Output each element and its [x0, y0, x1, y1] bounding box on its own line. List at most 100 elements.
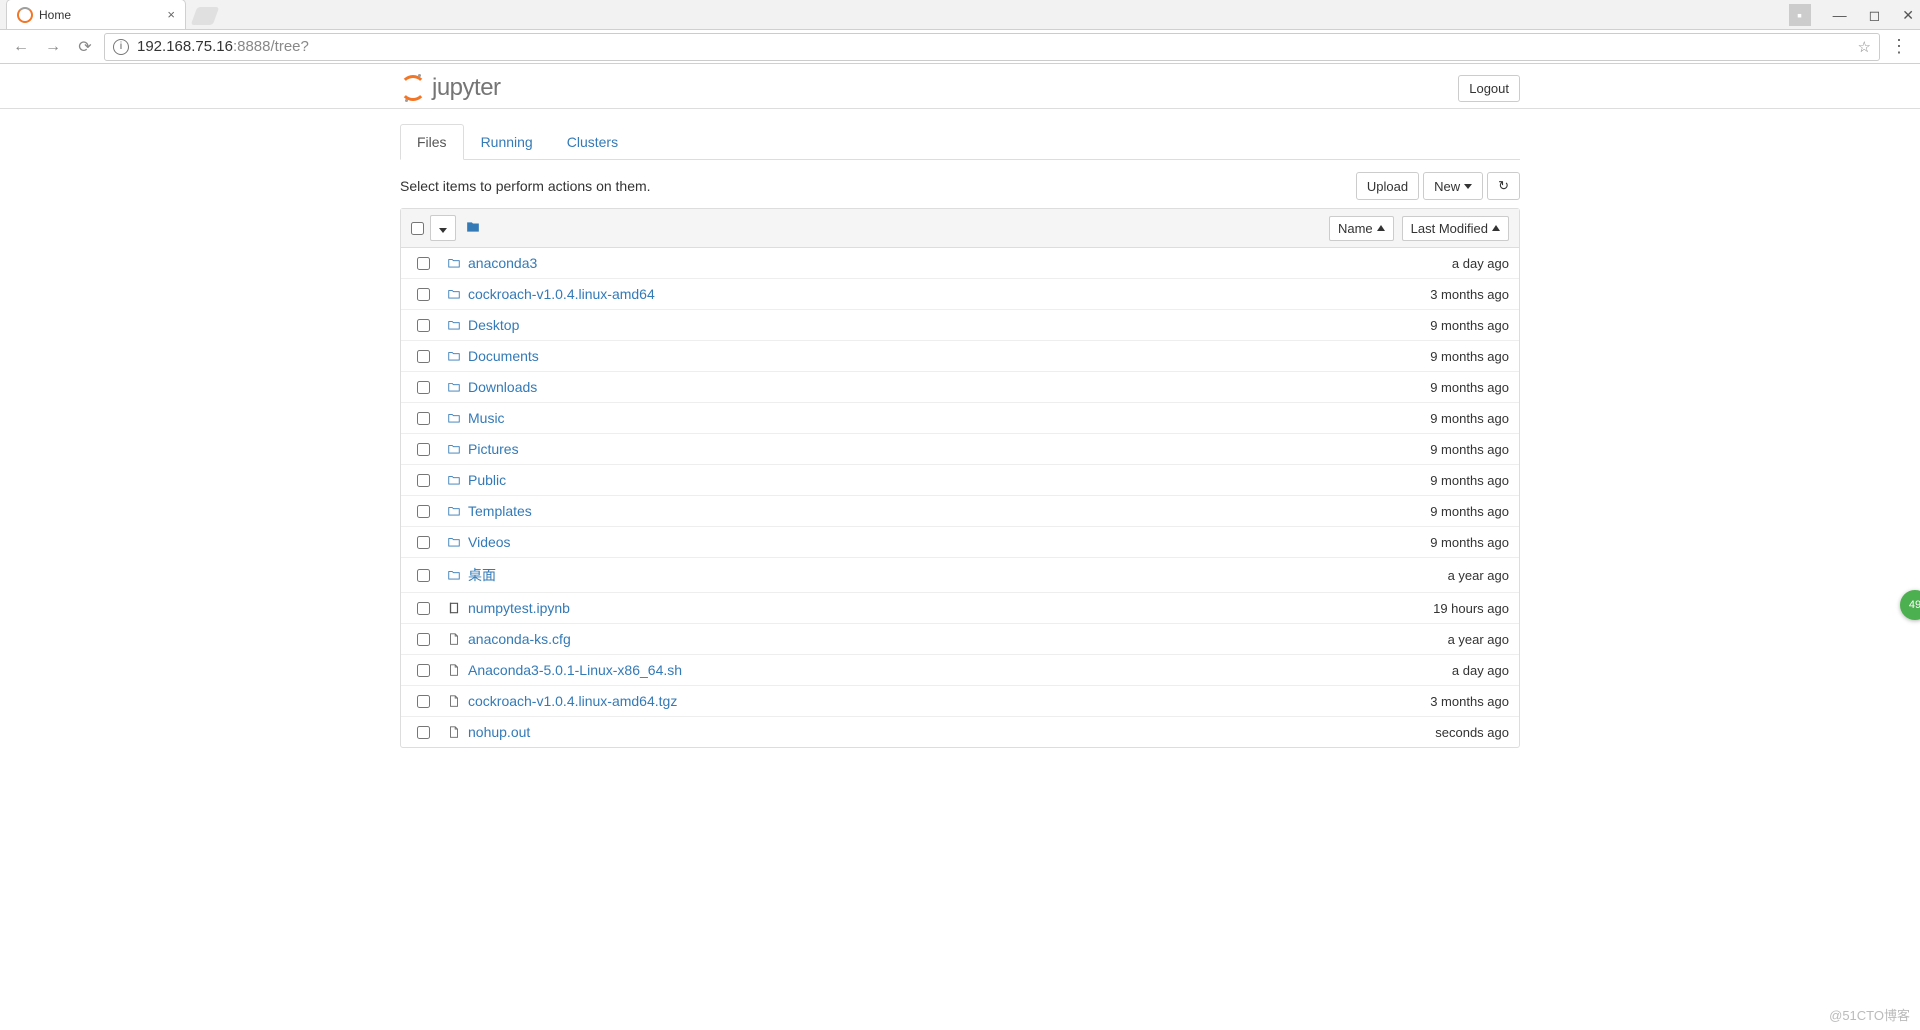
item-name[interactable]: Templates [468, 503, 532, 519]
file-icon [446, 663, 462, 677]
item-modified: a day ago [1452, 663, 1509, 678]
item-name[interactable]: Videos [468, 534, 511, 550]
new-button-label: New [1434, 179, 1460, 194]
watermark: @51CTO博客 [1829, 1005, 1910, 1024]
row-checkbox[interactable] [417, 536, 430, 549]
item-modified: a year ago [1448, 632, 1509, 647]
item-name[interactable]: anaconda3 [468, 255, 537, 271]
refresh-button[interactable]: ↻ [1487, 172, 1520, 200]
window-maximize-icon[interactable]: ◻ [1869, 7, 1881, 24]
sort-by-name[interactable]: Name [1329, 216, 1394, 241]
file-icon [446, 694, 462, 708]
tab-files[interactable]: Files [400, 124, 464, 160]
list-item: Desktop 9 months ago [401, 310, 1519, 341]
new-button[interactable]: New [1423, 172, 1483, 200]
site-info-icon[interactable]: i [113, 39, 129, 55]
row-checkbox[interactable] [417, 505, 430, 518]
folder-icon [446, 287, 462, 301]
nav-back-icon[interactable]: ← [8, 34, 34, 60]
row-checkbox[interactable] [417, 474, 430, 487]
list-item: Music 9 months ago [401, 403, 1519, 434]
logout-button[interactable]: Logout [1458, 75, 1520, 102]
sort-by-modified[interactable]: Last Modified [1402, 216, 1509, 241]
item-modified: 3 months ago [1430, 287, 1509, 302]
window-close-icon[interactable]: ✕ [1902, 7, 1914, 24]
row-checkbox[interactable] [417, 412, 430, 425]
folder-icon [446, 442, 462, 456]
item-name[interactable]: Desktop [468, 317, 519, 333]
nav-reload-icon[interactable]: ⟳ [72, 34, 98, 60]
row-checkbox[interactable] [417, 695, 430, 708]
list-item: anaconda3a day ago [401, 248, 1519, 279]
list-item: Public9 months ago [401, 465, 1519, 496]
item-name[interactable]: Pictures [468, 441, 519, 457]
item-modified: 9 months ago [1430, 411, 1509, 426]
item-name[interactable]: Public [468, 472, 506, 488]
file-icon [446, 725, 462, 739]
arrow-up-icon [1377, 225, 1385, 231]
list-item: numpytest.ipynb19 hours ago [401, 593, 1519, 624]
item-modified: 9 months ago [1430, 380, 1509, 395]
tab-clusters[interactable]: Clusters [550, 124, 635, 160]
window-minimize-icon[interactable]: — [1833, 7, 1847, 23]
bookmark-star-icon[interactable]: ☆ [1858, 38, 1871, 56]
nav-forward-icon[interactable]: → [40, 34, 66, 60]
row-checkbox[interactable] [417, 319, 430, 332]
item-modified: 9 months ago [1430, 318, 1509, 333]
item-name[interactable]: Music [468, 410, 505, 426]
item-name[interactable]: Documents [468, 348, 539, 364]
new-tab-button[interactable] [191, 7, 220, 25]
row-checkbox[interactable] [417, 602, 430, 615]
item-modified: a year ago [1448, 568, 1509, 583]
row-checkbox[interactable] [417, 288, 430, 301]
item-name[interactable]: cockroach-v1.0.4.linux-amd64.tgz [468, 693, 677, 709]
item-name[interactable]: cockroach-v1.0.4.linux-amd64 [468, 286, 655, 302]
file-icon [446, 632, 462, 646]
list-item: nohup.outseconds ago [401, 717, 1519, 747]
item-name[interactable]: Downloads [468, 379, 537, 395]
folder-icon [446, 504, 462, 518]
row-checkbox[interactable] [417, 633, 430, 646]
item-name[interactable]: 桌面 [468, 565, 496, 585]
refresh-icon: ↻ [1498, 178, 1509, 194]
close-tab-icon[interactable]: × [167, 7, 175, 22]
select-menu-caret[interactable] [430, 215, 456, 241]
tab-running[interactable]: Running [464, 124, 550, 160]
jupyter-logo[interactable]: jupyter [400, 74, 501, 102]
row-checkbox[interactable] [417, 443, 430, 456]
folder-icon [446, 349, 462, 363]
dashboard-tabs: FilesRunningClusters [400, 123, 1520, 160]
row-checkbox[interactable] [417, 257, 430, 270]
row-checkbox[interactable] [417, 569, 430, 582]
row-checkbox[interactable] [417, 664, 430, 677]
jupyter-logo-text: jupyter [432, 74, 501, 102]
folder-icon [446, 318, 462, 332]
address-bar[interactable]: i 192.168.75.16:8888/tree? ☆ [104, 33, 1880, 61]
row-checkbox[interactable] [417, 726, 430, 739]
sort-modified-label: Last Modified [1411, 221, 1488, 236]
list-item: cockroach-v1.0.4.linux-amd64 3 months ago [401, 279, 1519, 310]
row-checkbox[interactable] [417, 381, 430, 394]
browser-menu-icon[interactable]: ⋮ [1886, 36, 1912, 57]
item-name[interactable]: anaconda-ks.cfg [468, 631, 571, 647]
breadcrumb-root[interactable] [466, 220, 480, 237]
list-item: anaconda-ks.cfg a year ago [401, 624, 1519, 655]
item-name[interactable]: numpytest.ipynb [468, 600, 570, 616]
item-name[interactable]: Anaconda3-5.0.1-Linux-x86_64.sh [468, 662, 682, 678]
list-item: 桌面 a year ago [401, 558, 1519, 593]
folder-icon [466, 220, 480, 234]
item-modified: 9 months ago [1430, 535, 1509, 550]
browser-tab[interactable]: Home × [6, 0, 186, 29]
row-checkbox[interactable] [417, 350, 430, 363]
list-item: Videos 9 months ago [401, 527, 1519, 558]
folder-icon [446, 535, 462, 549]
item-name[interactable]: nohup.out [468, 724, 530, 740]
item-modified: 9 months ago [1430, 349, 1509, 364]
list-item: Pictures 9 months ago [401, 434, 1519, 465]
folder-icon [446, 380, 462, 394]
list-item: Anaconda3-5.0.1-Linux-x86_64.sh a day ago [401, 655, 1519, 686]
upload-button[interactable]: Upload [1356, 172, 1419, 200]
item-modified: 9 months ago [1430, 442, 1509, 457]
select-all-checkbox[interactable] [411, 222, 424, 235]
account-icon[interactable]: ▪ [1789, 4, 1811, 26]
